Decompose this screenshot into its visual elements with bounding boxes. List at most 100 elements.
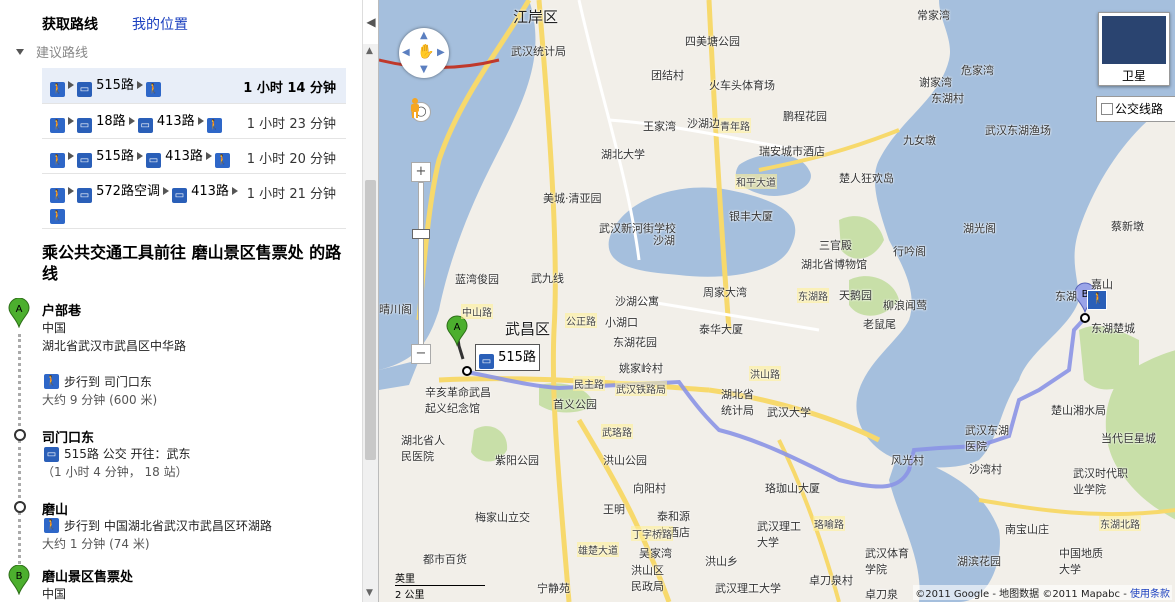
route-time: 1 小时 20 分钟: [246, 152, 336, 167]
route-option-4[interactable]: 🚶 ▭ 572路空调 ▭ 413路 🚶 1 小时 21 分钟: [42, 174, 346, 229]
map-label: 武昌区: [505, 320, 551, 338]
map-label: 卓刀泉村: [809, 574, 853, 587]
map-label: 都市百货: [423, 553, 467, 566]
map-label: 湖北省人民医院: [401, 434, 445, 463]
map-label: 风光村: [891, 454, 924, 467]
bus-icon: ▭: [77, 118, 92, 133]
scroll-down-icon[interactable]: ▼: [366, 588, 373, 598]
svg-text:A: A: [16, 304, 23, 315]
bus-line-label: ▭ 515路: [475, 344, 540, 371]
pan-right-icon[interactable]: ▶: [437, 47, 445, 58]
walk-step-2-detail: 大约 1 分钟 (74 米): [42, 537, 150, 551]
map-label: 首义公园: [553, 398, 597, 411]
road-label: 丁字桥路: [631, 526, 673, 541]
walk-icon: 🚶: [44, 518, 59, 533]
arrow-icon: [128, 117, 135, 125]
map-label: 湖北省统计局: [721, 388, 754, 417]
route-option-2[interactable]: 🚶 ▭ 18路 ▭ 413路 🚶 1 小时 23 分钟: [42, 104, 346, 139]
directions-title: 乘公共交通工具前往 磨山景区售票处 的路线: [42, 243, 342, 283]
route-steps: 🚶 ▭ 572路空调 ▭ 413路 🚶: [50, 182, 250, 224]
pan-control[interactable]: ▲ ▼ ◀ ▶ ✋: [399, 28, 449, 78]
bus-icon: ▭: [77, 188, 92, 203]
panel-tabs: 获取路线 我的位置: [0, 0, 362, 44]
map-canvas[interactable]: A B 江岸区 武昌区 武汉统计局 四美塘公园 常家湾 团结村 火车头体育场 谢…: [378, 0, 1175, 602]
start-country: 中国: [42, 321, 67, 335]
map-label: 武汉时代职业学院: [1073, 467, 1128, 496]
map-label: 珞珈山大厦: [765, 482, 820, 495]
pegman-icon[interactable]: [409, 98, 421, 118]
stop-1-name: 司门口东: [42, 431, 95, 446]
map-label: 天鹅园: [839, 289, 872, 302]
map-label: 王明: [603, 503, 625, 516]
map-label: 美城·清亚园: [543, 192, 602, 205]
bus-line: 413路: [165, 149, 203, 164]
map-label: 武汉大学: [767, 406, 811, 419]
map-label: 泰华大厦: [699, 323, 743, 336]
pan-up-icon[interactable]: ▲: [420, 30, 428, 41]
map-label: 江岸区: [513, 8, 559, 26]
walk-step-2[interactable]: 步行到 中国湖北省武汉市武昌区环湖路: [64, 517, 272, 534]
map-label: 四美塘公园: [685, 35, 740, 48]
map-label: 中国地质大学: [1059, 547, 1103, 576]
map-label: 沙湖: [653, 234, 675, 247]
map-label: 湖北大学: [601, 148, 645, 161]
route-time: 1 小时 21 分钟: [246, 187, 336, 202]
route-steps: 🚶 ▭ 515路 ▭ 413路 🚶: [50, 147, 250, 168]
scroll-up-icon[interactable]: ▲: [366, 46, 373, 56]
map-label: 沙湖公寓: [615, 295, 659, 308]
walk-step-1-detail: 大约 9 分钟 (600 米): [42, 393, 158, 407]
arrow-icon: [68, 117, 74, 125]
map-label: 洪山乡: [705, 555, 738, 568]
map-label: 火车头体育场: [709, 79, 775, 92]
arrow-icon: [205, 152, 212, 160]
bus-icon: ▭: [44, 447, 59, 462]
pan-left-icon[interactable]: ◀: [402, 47, 410, 58]
map-label: 沙湾村: [969, 463, 1002, 476]
terms-link[interactable]: 使用条款: [1130, 589, 1170, 600]
map-label: 小湖口: [605, 316, 638, 329]
suggested-routes-header[interactable]: 建议路线: [16, 42, 88, 61]
map-label: 蔡新墩: [1111, 220, 1144, 233]
pan-down-icon[interactable]: ▼: [420, 64, 428, 75]
map-label: 常家湾: [917, 9, 950, 22]
map-label: 周家大湾: [703, 286, 747, 299]
route-time: 1 小时 14 分钟: [243, 81, 336, 96]
map-label: 行吟阁: [893, 245, 926, 258]
satellite-label: 卫星: [1121, 69, 1146, 83]
zoom-track[interactable]: [418, 182, 424, 348]
map-label: 洪山区民政局: [631, 564, 664, 593]
walk-icon: 🚶: [50, 188, 65, 203]
bus-end-node: [1080, 313, 1090, 323]
timeline-dots: [18, 334, 25, 426]
zoom-out-button[interactable]: −: [411, 344, 431, 364]
tab-my-location[interactable]: 我的位置: [132, 14, 188, 34]
road-label: 洪山路: [749, 366, 781, 381]
walk-step-1[interactable]: 步行到 司门口东: [64, 373, 152, 390]
road: [978, 498, 1175, 517]
zoom-in-button[interactable]: +: [411, 162, 431, 182]
route-option-1[interactable]: 🚶 ▭ 515路 🚶 1 小时 14 分钟: [42, 68, 346, 104]
tab-directions[interactable]: 获取路线: [42, 14, 98, 34]
collapse-panel-button[interactable]: ◀: [362, 0, 378, 44]
satellite-button[interactable]: 卫星: [1098, 12, 1170, 86]
arrow-icon: [136, 152, 143, 160]
zoom-slider[interactable]: [412, 229, 430, 239]
map-label: 九女墩: [903, 134, 936, 147]
transit-lines-toggle[interactable]: 公交线路: [1096, 96, 1175, 122]
map-label: 柳浪闻莺: [883, 299, 927, 312]
panel-scrollbar[interactable]: ▲ ▼: [362, 44, 378, 602]
checkbox-icon[interactable]: [1101, 103, 1113, 115]
map-label: 宁静苑: [537, 582, 570, 595]
road-label: 东湖北路: [1099, 516, 1141, 531]
map-label: 向阳村: [633, 482, 666, 495]
bus-icon: ▭: [77, 153, 92, 168]
bus-line: 572路空调: [96, 184, 160, 199]
stop-node-icon: [14, 501, 26, 513]
route-option-3[interactable]: 🚶 ▭ 515路 ▭ 413路 🚶 1 小时 20 分钟: [42, 139, 346, 174]
bus-step[interactable]: 515路 公交 开往：武东: [64, 445, 191, 462]
road-label: 雄楚大道: [577, 542, 619, 557]
hand-icon: ✋: [417, 44, 435, 60]
end-name: 磨山景区售票处: [42, 570, 134, 585]
arrow-icon: [197, 117, 204, 125]
scroll-thumb[interactable]: [365, 180, 376, 460]
